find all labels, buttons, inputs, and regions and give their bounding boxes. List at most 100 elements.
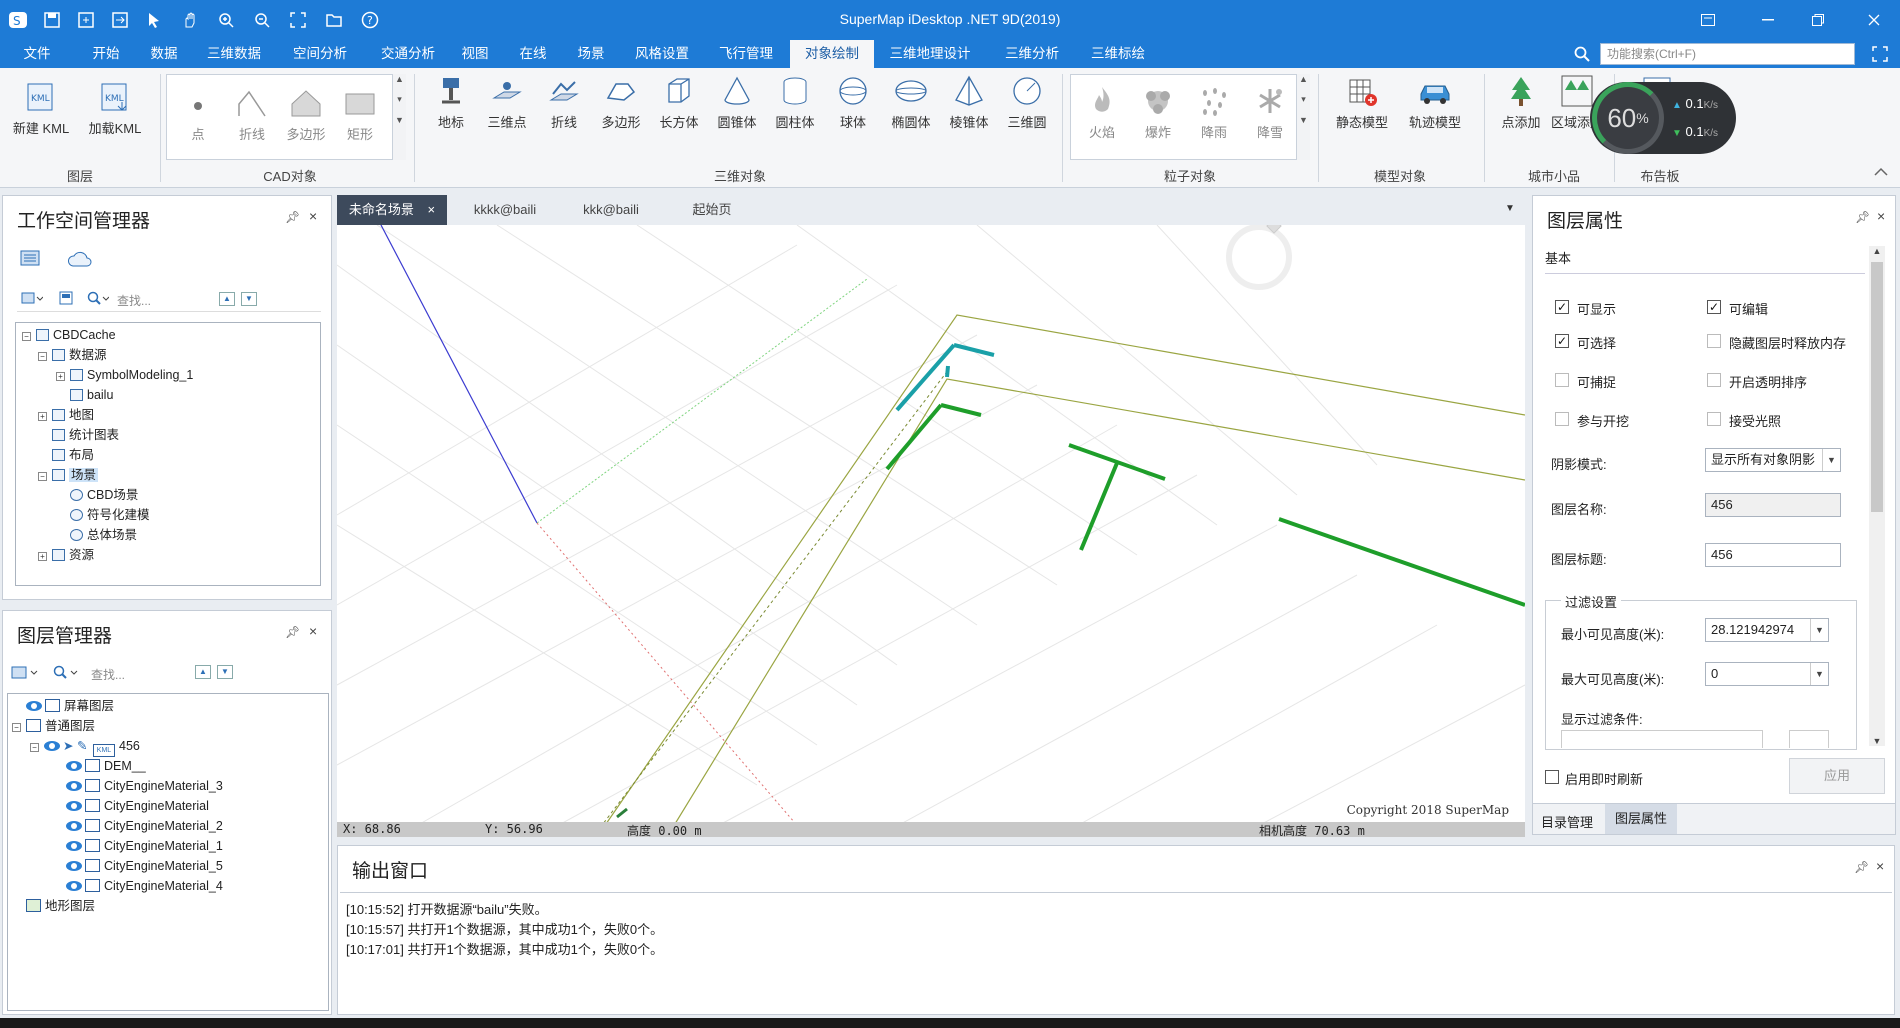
- cad-rectangle-button[interactable]: 矩形: [332, 80, 388, 152]
- navigation-compass-icon[interactable]: [1226, 225, 1292, 290]
- pin-icon[interactable]: 📌︎: [1854, 860, 1869, 874]
- layer-cityengine-3[interactable]: CityEngineMaterial_3: [66, 776, 223, 796]
- tab-kkkk-baili[interactable]: kkkk@baili: [457, 195, 553, 225]
- obj3d-polyline-button[interactable]: 折线: [535, 68, 593, 140]
- move-up-icon[interactable]: ▲: [219, 292, 235, 306]
- menu-3d-data[interactable]: 三维数据: [198, 40, 270, 68]
- tree-node-maps[interactable]: + 地图: [38, 405, 94, 425]
- cad-polygon-button[interactable]: 多边形: [278, 80, 334, 152]
- static-model-button[interactable]: 静态模型: [1330, 68, 1394, 140]
- function-search-input[interactable]: 功能搜索(Ctrl+F): [1600, 43, 1855, 65]
- cloud-tab-icon[interactable]: [67, 248, 93, 273]
- load-kml-button[interactable]: KML 加载KML: [86, 74, 144, 146]
- layer-cityengine-2[interactable]: CityEngineMaterial_2: [66, 816, 223, 836]
- menu-start[interactable]: 开始: [80, 40, 132, 68]
- layer-cityengine-5[interactable]: CityEngineMaterial_5: [66, 856, 223, 876]
- add-layer-icon[interactable]: [11, 665, 41, 684]
- ribbon-display-icon[interactable]: [1690, 6, 1726, 34]
- obj3d-circle-button[interactable]: 三维圆: [998, 68, 1056, 140]
- obj3d-polygon-button[interactable]: 多边形: [592, 68, 650, 140]
- obj3d-ellipsoid-button[interactable]: 椭圆体: [882, 68, 940, 140]
- minimize-button[interactable]: [1750, 6, 1786, 34]
- cad-gallery-scroll[interactable]: ▲ ▾ ▼: [392, 74, 406, 160]
- obj3d-sphere-button[interactable]: 球体: [824, 68, 882, 140]
- tab-start-page[interactable]: 起始页: [667, 195, 757, 225]
- max-height-field[interactable]: 0 ▼: [1705, 662, 1829, 686]
- obj3d-cylinder-button[interactable]: 圆柱体: [766, 68, 824, 140]
- layer-screen[interactable]: 屏幕图层: [26, 696, 114, 716]
- close-button[interactable]: [1856, 6, 1892, 34]
- tree-node-symbolmodeling[interactable]: + SymbolModeling_1: [56, 365, 193, 385]
- close-panel-icon[interactable]: ×: [309, 208, 317, 224]
- layer-normal[interactable]: − 普通图层: [12, 716, 95, 736]
- close-panel-icon[interactable]: ×: [309, 623, 317, 639]
- menu-online[interactable]: 在线: [510, 40, 556, 68]
- layer-search-input[interactable]: 查找...: [91, 666, 125, 683]
- menu-scene[interactable]: 场景: [568, 40, 614, 68]
- output-log[interactable]: [10:15:52] 打开数据源“bailu”失败。 [10:15:57] 共打…: [340, 892, 1892, 1012]
- workspace-tab-icon[interactable]: [19, 248, 43, 273]
- tab-unnamed-scene[interactable]: 未命名场景 ×: [337, 195, 447, 225]
- collapse-ribbon-icon[interactable]: [1874, 166, 1888, 180]
- tree-node-overall-scene[interactable]: 总体场景: [70, 525, 137, 545]
- tab-layer-properties[interactable]: 图层属性: [1605, 804, 1677, 834]
- menu-traffic-analysis[interactable]: 交通分析: [368, 40, 448, 68]
- menu-3d-plotting[interactable]: 三维标绘: [1078, 40, 1158, 68]
- menu-spatial-analysis[interactable]: 空间分析: [280, 40, 360, 68]
- layer-name-field[interactable]: 456: [1705, 493, 1841, 517]
- scene-viewport[interactable]: Copyright 2018 SuperMap: [337, 225, 1525, 837]
- tree-node-bailu[interactable]: bailu: [70, 385, 113, 405]
- basic-section-header[interactable]: 基本: [1545, 248, 1865, 274]
- tab-catalog-manage[interactable]: 目录管理: [1541, 812, 1593, 831]
- tree-node-cbdcache[interactable]: − CBDCache: [22, 325, 116, 345]
- filter-condition-field[interactable]: [1561, 730, 1763, 748]
- shadow-mode-select[interactable]: 显示所有对象阴影 ▼: [1705, 448, 1841, 472]
- menu-3d-analysis[interactable]: 三维分析: [992, 40, 1072, 68]
- close-panel-icon[interactable]: ×: [1876, 858, 1884, 874]
- track-model-button[interactable]: 轨迹模型: [1400, 68, 1470, 140]
- tree-node-charts[interactable]: 统计图表: [52, 425, 119, 445]
- excavation-checkbox[interactable]: [1555, 412, 1569, 426]
- close-panel-icon[interactable]: ×: [1877, 208, 1885, 224]
- pin-icon[interactable]: 📌︎: [285, 210, 300, 224]
- selectable-checkbox[interactable]: ✓: [1555, 334, 1569, 348]
- tab-close-icon[interactable]: ×: [428, 202, 436, 217]
- obj3d-point-button[interactable]: 三维点: [478, 68, 536, 140]
- menu-3d-geo-design[interactable]: 三维地理设计: [880, 40, 980, 68]
- layer-dem[interactable]: DEM__: [66, 756, 146, 776]
- layer-cityengine-1[interactable]: CityEngineMaterial_1: [66, 836, 223, 856]
- tree-node-datasources[interactable]: − 数据源: [38, 345, 107, 365]
- particle-snow-button[interactable]: 降雪: [1242, 78, 1298, 150]
- layer-terrain[interactable]: 地形图层: [26, 896, 95, 916]
- layer-caption-field[interactable]: 456: [1705, 543, 1841, 567]
- editable-checkbox[interactable]: ✓: [1707, 300, 1721, 314]
- pin-icon[interactable]: 📌︎: [1855, 210, 1870, 224]
- particle-gallery-scroll[interactable]: ▲ ▾ ▼: [1296, 74, 1310, 160]
- obj3d-pyramid-button[interactable]: 棱锥体: [940, 68, 998, 140]
- tab-list-dropdown-icon[interactable]: ▼: [1505, 203, 1515, 214]
- realtime-refresh-checkbox[interactable]: [1545, 770, 1559, 784]
- menu-style-settings[interactable]: 风格设置: [626, 40, 698, 68]
- open-dropdown-icon[interactable]: [21, 291, 44, 308]
- cad-polyline-button[interactable]: 折线: [224, 80, 280, 152]
- workspace-search-input[interactable]: 查找...: [117, 292, 151, 309]
- menu-object-draw[interactable]: 对象绘制: [790, 40, 874, 68]
- tree-node-layouts[interactable]: 布局: [52, 445, 94, 465]
- network-speed-widget[interactable]: 60% ▲ 0.1K/s ▼ 0.1K/s: [1590, 82, 1736, 154]
- release-memory-checkbox[interactable]: [1707, 334, 1721, 348]
- cad-point-button[interactable]: 点: [170, 80, 226, 152]
- pin-icon[interactable]: 📌︎: [285, 625, 300, 639]
- min-height-field[interactable]: 28.121942974 ▼: [1705, 618, 1829, 642]
- find-layer-icon[interactable]: [53, 665, 81, 684]
- obj3d-landmark-button[interactable]: 地标: [422, 68, 480, 140]
- city-point-add-button[interactable]: 点添加: [1492, 68, 1550, 140]
- obj3d-cone-button[interactable]: 圆锥体: [708, 68, 766, 140]
- particle-rain-button[interactable]: 降雨: [1186, 78, 1242, 150]
- maximize-button[interactable]: [1800, 6, 1836, 34]
- new-kml-button[interactable]: KML 新建 KML: [12, 74, 70, 146]
- tab-kkk-baili[interactable]: kkk@baili: [563, 195, 659, 225]
- filter-condition-button[interactable]: [1789, 730, 1829, 748]
- move-down-icon[interactable]: ▼: [241, 292, 257, 306]
- layer-down-icon[interactable]: ▼: [217, 665, 233, 679]
- properties-scrollbar[interactable]: ▲ ▼: [1869, 246, 1885, 746]
